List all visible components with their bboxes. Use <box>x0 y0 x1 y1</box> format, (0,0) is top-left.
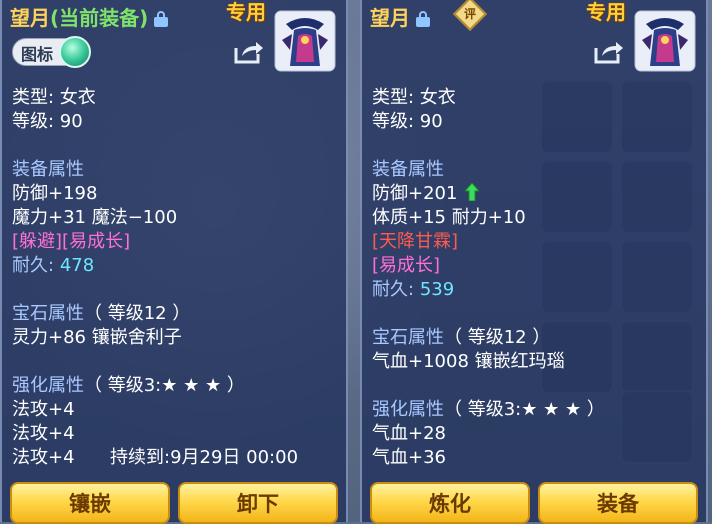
attr-line: 防御+201 <box>372 182 480 206</box>
equip-attr-heading: 装备属性 <box>372 159 444 180</box>
enhance-line: 法攻+4 <box>12 399 75 420</box>
item-name: 望月 <box>10 6 50 30</box>
icon-toggle[interactable]: 图标 <box>12 36 91 68</box>
gem-heading: 宝石属性 <box>12 303 84 324</box>
inlay-button[interactable]: 镶嵌 <box>10 482 170 524</box>
attr-line: 体质+15 耐力+10 <box>372 207 526 228</box>
special-effect: [易成长] <box>372 255 441 276</box>
durability-value: 539 <box>419 279 455 300</box>
durability-label: 耐久: <box>372 279 415 300</box>
equip-button[interactable]: 装备 <box>538 482 698 524</box>
gem-attr-heading: 宝石属性（ 等级12 ） <box>372 326 550 350</box>
item-name: 望月 <box>370 6 410 30</box>
gem-line: 气血+1008 镶嵌红玛瑙 <box>372 351 565 372</box>
refine-button[interactable]: 炼化 <box>370 482 530 524</box>
enhance-level: （ 等级3:★ ★ ★ ） <box>444 399 605 420</box>
unequip-button[interactable]: 卸下 <box>178 482 338 524</box>
gem-attr-heading: 宝石属性（ 等级12 ） <box>12 302 190 326</box>
current-equipped-tag: (当前装备) <box>50 6 149 30</box>
enhance-heading: 强化属性 <box>12 375 84 396</box>
enhance-line: 气血+28 <box>372 423 446 444</box>
durability: 耐久: 478 <box>12 254 94 278</box>
rate-badge-icon[interactable]: 评 <box>453 0 487 31</box>
enhance-attr-heading: 强化属性（ 等级3:★ ★ ★ ） <box>372 398 605 422</box>
exclusive-label: 专用 <box>586 0 626 24</box>
equip-attr-heading: 装备属性 <box>12 159 84 180</box>
attr-text: 防御+201 <box>372 183 458 204</box>
exclusive-label: 专用 <box>226 0 266 24</box>
durability-label: 耐久: <box>12 255 55 276</box>
compare-item-panel: 望月 评 专用 类型: 女衣 等级: 90 装备属性 防御+201 体质+15 … <box>360 0 708 524</box>
durability-value: 478 <box>59 255 95 276</box>
enhance-heading: 强化属性 <box>372 399 444 420</box>
enhance-line: 法攻+4 <box>12 423 75 444</box>
up-arrow-icon <box>465 183 480 201</box>
item-type: 类型: 女衣 <box>372 87 456 108</box>
item-avatar-icon <box>274 10 336 72</box>
icon-toggle-label: 图标 <box>21 45 54 64</box>
gem-level: （ 等级12 ） <box>444 327 551 348</box>
enhance-line: 气血+36 <box>372 447 446 468</box>
item-title: 望月(当前装备) <box>10 2 169 31</box>
enhance-line: 法攻+4 <box>12 447 75 468</box>
equipped-item-panel: 望月(当前装备) 专用 图标 类型: 女衣 等级: 90 装备属性 防御+198… <box>0 0 348 524</box>
gem-level: （ 等级12 ） <box>84 303 191 324</box>
lock-icon <box>416 11 430 27</box>
item-type: 类型: 女衣 <box>12 87 96 108</box>
attr-line: 防御+198 <box>12 183 98 204</box>
share-icon[interactable] <box>234 40 264 64</box>
special-effect: [躲避][易成长] <box>12 231 131 252</box>
rate-badge-label: 评 <box>463 7 476 21</box>
toggle-knob-icon <box>59 36 91 68</box>
share-icon[interactable] <box>594 40 624 64</box>
duration-text: 持续到:9月29日 00:00 <box>110 447 299 468</box>
special-effect: [天降甘霖] <box>372 231 459 252</box>
gem-line: 灵力+86 镶嵌舍利子 <box>12 327 182 348</box>
enhance-attr-heading: 强化属性（ 等级3:★ ★ ★ ） <box>12 374 245 398</box>
item-level: 等级: 90 <box>12 111 83 132</box>
lock-icon <box>154 11 169 27</box>
item-level: 等级: 90 <box>372 111 443 132</box>
durability: 耐久: 539 <box>372 278 454 302</box>
gem-heading: 宝石属性 <box>372 327 444 348</box>
enhance-level: （ 等级3:★ ★ ★ ） <box>84 375 245 396</box>
item-title: 望月 <box>370 2 430 31</box>
item-avatar-icon <box>634 10 696 72</box>
attr-line: 魔力+31 魔法−100 <box>12 207 178 228</box>
